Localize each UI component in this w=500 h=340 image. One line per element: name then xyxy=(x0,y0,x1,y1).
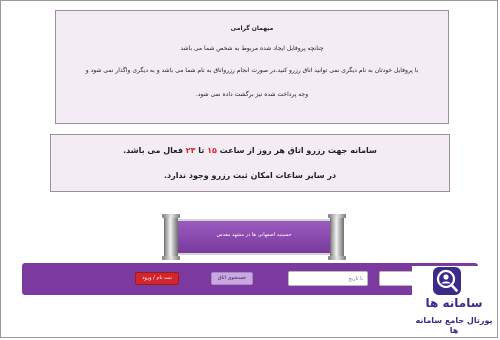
samanehha-watermark: سامانه ها پورتال جامع سامانه ها xyxy=(412,266,496,336)
notice-line-2: با پروفایل خودتان به نام دیگری نمی توانی… xyxy=(85,67,419,74)
person-search-icon xyxy=(433,267,461,295)
guest-notice-box: میهمان گرامی چنانچه پروفایل ایجاد شده مر… xyxy=(55,10,449,124)
hours-line-1: سامانه جهت رزرو اتاق هر روز از ساعت ۱۵ ت… xyxy=(57,146,443,156)
search-room-button[interactable]: جستجوی اتاق xyxy=(211,272,253,285)
banner-left-cap xyxy=(162,214,180,260)
hall-banner: حسینیه اصفهانی ها در مشهد مقدس xyxy=(160,211,348,260)
notice-greeting: میهمان گرامی xyxy=(230,25,274,32)
start-hour: ۱۵ xyxy=(207,146,217,155)
banner-right-cap xyxy=(328,214,346,260)
banner-title: حسینیه اصفهانی ها در مشهد مقدس xyxy=(216,232,292,238)
hours-prefix: سامانه جهت رزرو اتاق هر روز از ساعت xyxy=(219,146,377,155)
to-date-input[interactable] xyxy=(288,271,368,286)
hours-line-2: در سایر ساعات امکان ثبت رزرو وجود ندارد. xyxy=(163,171,337,180)
end-hour: ۲۳ xyxy=(185,146,196,155)
watermark-name: سامانه ها xyxy=(425,296,483,310)
watermark-tagline: پورتال جامع سامانه ها xyxy=(415,316,493,335)
hours-suffix: فعال می باشد. xyxy=(123,146,183,155)
signup-login-button[interactable]: ثبت نام / ورود xyxy=(135,272,179,285)
hours-to: تا xyxy=(198,146,205,155)
notice-line-1: چنانچه پروفایل ایجاد شده مربوط به شخص شم… xyxy=(180,45,324,52)
reservation-search-bar: جستجوی اتاق ثبت نام / ورود xyxy=(22,263,478,295)
notice-line-3: وجه پرداخت شده نیز برگشت داده نمی شود. xyxy=(195,91,309,98)
reservation-hours-box: سامانه جهت رزرو اتاق هر روز از ساعت ۱۵ ت… xyxy=(50,134,450,192)
